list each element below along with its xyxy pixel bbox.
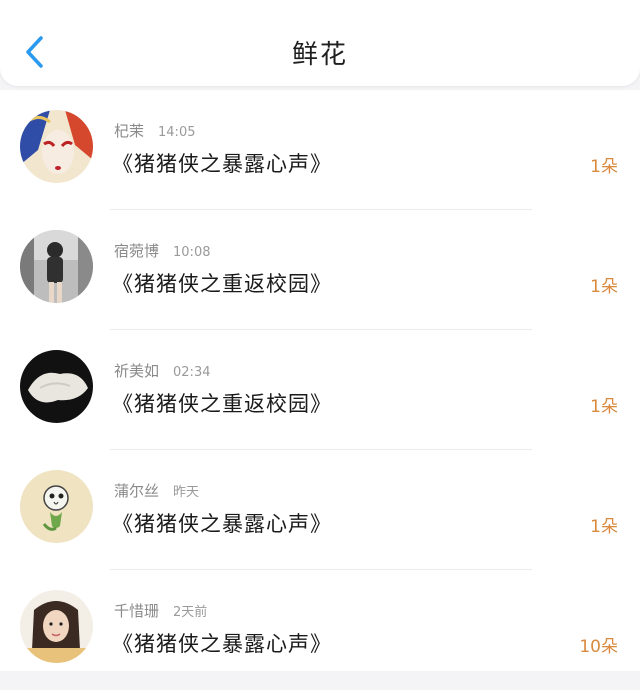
sender-meta: 祈美如 02:34 [114, 360, 210, 381]
list-item[interactable]: 祈美如 02:34 《猪猪侠之重返校园》 1朵 [0, 330, 640, 450]
list-item[interactable]: 杞茉 14:05 《猪猪侠之暴露心声》 1朵 [0, 90, 640, 210]
sender-meta: 千惜珊 2天前 [114, 600, 207, 621]
flower-count: 1朵 [590, 517, 618, 537]
avatar[interactable] [20, 590, 93, 663]
top-bar: 鲜花 [0, 0, 640, 86]
flower-record-list: 杞茉 14:05 《猪猪侠之暴露心声》 1朵 宿菀博 10:08 《猪猪侠之重返校园… [0, 90, 640, 671]
sender-name: 千惜珊 [114, 602, 160, 620]
send-time: 02:34 [173, 365, 211, 380]
gift-title: 《猪猪侠之暴露心声》 [112, 152, 332, 176]
send-time: 14:05 [158, 125, 196, 140]
gift-title: 《猪猪侠之暴露心声》 [112, 632, 332, 656]
send-time: 昨天 [173, 485, 200, 500]
sender-meta: 杞茉 14:05 [114, 120, 195, 141]
sender-name: 杞茉 [114, 122, 145, 140]
gift-title: 《猪猪侠之暴露心声》 [112, 512, 332, 536]
list-item[interactable]: 蒲尔丝 昨天 《猪猪侠之暴露心声》 1朵 [0, 450, 640, 570]
sender-name: 宿菀博 [114, 242, 160, 260]
sender-name: 祈美如 [114, 362, 160, 380]
gift-title: 《猪猪侠之重返校园》 [112, 392, 332, 416]
sender-name: 蒲尔丝 [114, 482, 160, 500]
page-title: 鲜花 [291, 40, 348, 70]
avatar[interactable] [20, 350, 93, 423]
sender-meta: 宿菀博 10:08 [114, 240, 210, 261]
avatar[interactable] [20, 470, 93, 543]
send-time: 10:08 [173, 245, 211, 260]
flower-count: 1朵 [590, 397, 618, 417]
list-item[interactable]: 宿菀博 10:08 《猪猪侠之重返校园》 1朵 [0, 210, 640, 330]
list-item[interactable]: 千惜珊 2天前 《猪猪侠之暴露心声》 10朵 [0, 570, 640, 690]
sender-meta: 蒲尔丝 昨天 [114, 480, 199, 501]
flower-count: 1朵 [590, 157, 618, 177]
flower-count: 1朵 [590, 277, 618, 297]
avatar[interactable] [20, 230, 93, 303]
avatar[interactable] [20, 110, 93, 183]
send-time: 2天前 [173, 605, 208, 620]
gift-title: 《猪猪侠之重返校园》 [112, 272, 332, 296]
flower-count: 10朵 [579, 637, 618, 657]
